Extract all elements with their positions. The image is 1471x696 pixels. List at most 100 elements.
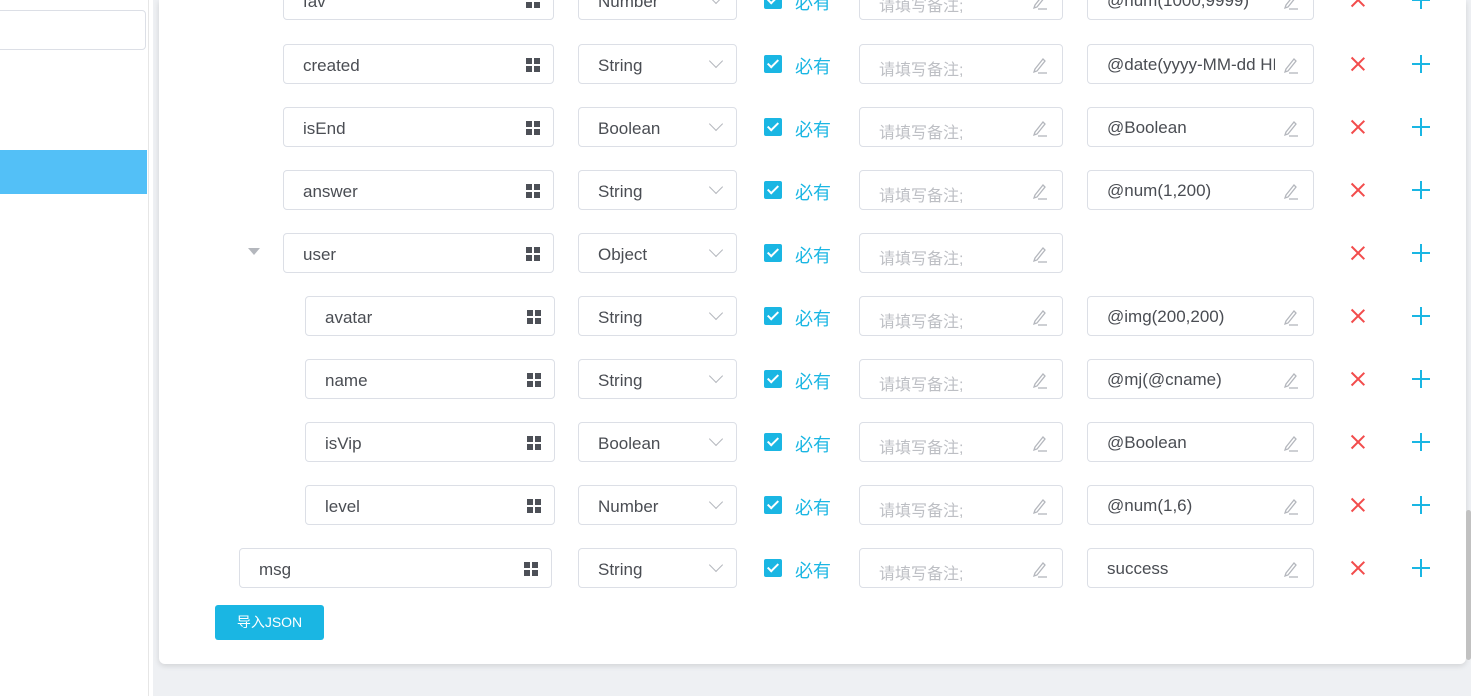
edit-icon[interactable] bbox=[1032, 308, 1048, 326]
grid-icon[interactable] bbox=[526, 58, 540, 72]
type-select[interactable]: Boolean bbox=[578, 107, 737, 147]
mock-input[interactable]: @Boolean bbox=[1087, 422, 1314, 462]
field-name-input[interactable]: isEnd bbox=[283, 107, 554, 147]
mock-input[interactable]: @date(yyyy-MM-dd HH:mm:ss) bbox=[1087, 44, 1314, 84]
edit-icon[interactable] bbox=[1283, 56, 1299, 74]
required-checkbox[interactable] bbox=[764, 0, 782, 9]
type-select[interactable]: String bbox=[578, 548, 737, 588]
add-row-icon[interactable] bbox=[1412, 496, 1430, 514]
delete-row-icon[interactable] bbox=[1350, 560, 1366, 576]
field-name-input[interactable]: name bbox=[305, 359, 555, 399]
add-row-icon[interactable] bbox=[1412, 55, 1430, 73]
remark-input[interactable]: 请填写备注; bbox=[859, 548, 1063, 588]
add-row-icon[interactable] bbox=[1412, 433, 1430, 451]
required-checkbox[interactable] bbox=[764, 118, 782, 136]
edit-icon[interactable] bbox=[1032, 119, 1048, 137]
delete-row-icon[interactable] bbox=[1350, 308, 1366, 324]
field-name-input[interactable]: created bbox=[283, 44, 554, 84]
field-name-input[interactable]: fav bbox=[283, 0, 554, 20]
delete-row-icon[interactable] bbox=[1350, 56, 1366, 72]
delete-row-icon[interactable] bbox=[1350, 245, 1366, 261]
grid-icon[interactable] bbox=[526, 0, 540, 8]
delete-row-icon[interactable] bbox=[1350, 119, 1366, 135]
mock-input[interactable]: @num(1000,9999) bbox=[1087, 0, 1314, 20]
add-row-icon[interactable] bbox=[1412, 559, 1430, 577]
add-row-icon[interactable] bbox=[1412, 0, 1430, 9]
edit-icon[interactable] bbox=[1032, 497, 1048, 515]
edit-icon[interactable] bbox=[1283, 560, 1299, 578]
edit-icon[interactable] bbox=[1283, 371, 1299, 389]
grid-icon[interactable] bbox=[527, 310, 541, 324]
type-select[interactable]: Number bbox=[578, 0, 737, 20]
edit-icon[interactable] bbox=[1032, 245, 1048, 263]
caret-down-icon[interactable] bbox=[248, 248, 260, 255]
remark-input[interactable]: 请填写备注; bbox=[859, 485, 1063, 525]
required-checkbox[interactable] bbox=[764, 559, 782, 577]
grid-icon[interactable] bbox=[527, 499, 541, 513]
add-row-icon[interactable] bbox=[1412, 307, 1430, 325]
field-name-input[interactable]: answer bbox=[283, 170, 554, 210]
remark-input[interactable]: 请填写备注; bbox=[859, 359, 1063, 399]
grid-icon[interactable] bbox=[527, 436, 541, 450]
type-select[interactable]: String bbox=[578, 296, 737, 336]
mock-input[interactable]: @mj(@cname) bbox=[1087, 359, 1314, 399]
required-checkbox[interactable] bbox=[764, 181, 782, 199]
edit-icon[interactable] bbox=[1283, 0, 1299, 10]
delete-row-icon[interactable] bbox=[1350, 0, 1366, 8]
import-json-button[interactable]: 导入JSON bbox=[215, 605, 324, 640]
grid-icon[interactable] bbox=[526, 184, 540, 198]
mock-input[interactable]: success bbox=[1087, 548, 1314, 588]
add-row-icon[interactable] bbox=[1412, 244, 1430, 262]
mock-input[interactable]: @Boolean bbox=[1087, 107, 1314, 147]
edit-icon[interactable] bbox=[1032, 182, 1048, 200]
grid-icon[interactable] bbox=[524, 562, 538, 576]
add-row-icon[interactable] bbox=[1412, 370, 1430, 388]
required-checkbox[interactable] bbox=[764, 244, 782, 262]
edit-icon[interactable] bbox=[1283, 434, 1299, 452]
type-select[interactable]: String bbox=[578, 170, 737, 210]
edit-icon[interactable] bbox=[1032, 56, 1048, 74]
type-select[interactable]: String bbox=[578, 44, 737, 84]
required-checkbox[interactable] bbox=[764, 496, 782, 514]
delete-row-icon[interactable] bbox=[1350, 371, 1366, 387]
delete-row-icon[interactable] bbox=[1350, 182, 1366, 198]
type-select[interactable]: String bbox=[578, 359, 737, 399]
field-name-input[interactable]: level bbox=[305, 485, 555, 525]
add-row-icon[interactable] bbox=[1412, 181, 1430, 199]
grid-icon[interactable] bbox=[527, 373, 541, 387]
remark-input[interactable]: 请填写备注; bbox=[859, 170, 1063, 210]
required-checkbox[interactable] bbox=[764, 307, 782, 325]
edit-icon[interactable] bbox=[1032, 0, 1048, 10]
field-name-input[interactable]: avatar bbox=[305, 296, 555, 336]
mock-input[interactable]: @num(1,6) bbox=[1087, 485, 1314, 525]
required-checkbox[interactable] bbox=[764, 433, 782, 451]
delete-row-icon[interactable] bbox=[1350, 434, 1366, 450]
remark-input[interactable]: 请填写备注; bbox=[859, 107, 1063, 147]
remark-input[interactable]: 请填写备注; bbox=[859, 0, 1063, 20]
grid-icon[interactable] bbox=[526, 121, 540, 135]
type-select[interactable]: Object bbox=[578, 233, 737, 273]
edit-icon[interactable] bbox=[1283, 308, 1299, 326]
edit-icon[interactable] bbox=[1032, 560, 1048, 578]
mock-input[interactable]: @num(1,200) bbox=[1087, 170, 1314, 210]
delete-row-icon[interactable] bbox=[1350, 497, 1366, 513]
mock-input[interactable]: @img(200,200) bbox=[1087, 296, 1314, 336]
edit-icon[interactable] bbox=[1283, 497, 1299, 515]
grid-icon[interactable] bbox=[526, 247, 540, 261]
field-name-input[interactable]: isVip bbox=[305, 422, 555, 462]
edit-icon[interactable] bbox=[1032, 371, 1048, 389]
edit-icon[interactable] bbox=[1283, 119, 1299, 137]
remark-input[interactable]: 请填写备注; bbox=[859, 44, 1063, 84]
edit-icon[interactable] bbox=[1032, 434, 1048, 452]
edit-icon[interactable] bbox=[1283, 182, 1299, 200]
scrollbar[interactable] bbox=[1466, 510, 1471, 660]
add-row-icon[interactable] bbox=[1412, 118, 1430, 136]
field-name-input[interactable]: user bbox=[283, 233, 554, 273]
remark-input[interactable]: 请填写备注; bbox=[859, 422, 1063, 462]
remark-input[interactable]: 请填写备注; bbox=[859, 233, 1063, 273]
required-checkbox[interactable] bbox=[764, 370, 782, 388]
type-select[interactable]: Boolean bbox=[578, 422, 737, 462]
field-name-input[interactable]: msg bbox=[239, 548, 552, 588]
type-select[interactable]: Number bbox=[578, 485, 737, 525]
required-checkbox[interactable] bbox=[764, 55, 782, 73]
